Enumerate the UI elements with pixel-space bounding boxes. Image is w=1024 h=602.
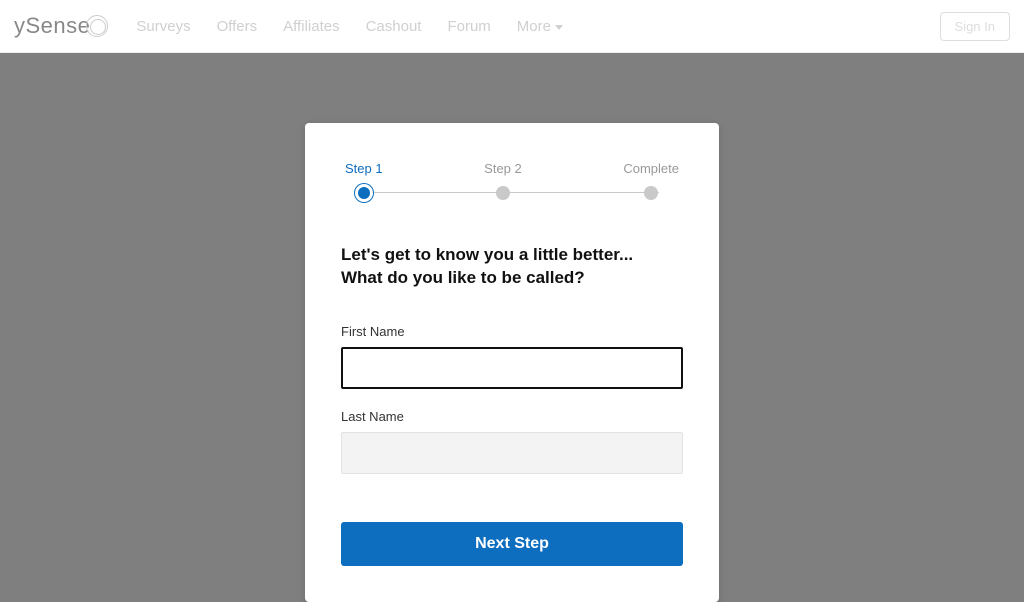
nav-cashout[interactable]: Cashout xyxy=(366,18,422,35)
nav-forum-label: Forum xyxy=(447,18,490,35)
first-name-field: First Name xyxy=(341,324,683,389)
step-1-label: Step 1 xyxy=(345,161,383,176)
step-2: Step 2 xyxy=(484,161,522,202)
heading-line-2: What do you like to be called? xyxy=(341,268,585,287)
step-indicator: Step 1 Step 2 Complete xyxy=(341,161,683,202)
step-1: Step 1 xyxy=(345,161,383,202)
main-nav: Surveys Offers Affiliates Cashout Forum … xyxy=(136,18,939,35)
nav-forum[interactable]: Forum xyxy=(447,18,490,35)
step-complete-dot-icon xyxy=(644,186,658,200)
nav-cashout-label: Cashout xyxy=(366,18,422,35)
onboarding-modal: Step 1 Step 2 Complete Let's get to know… xyxy=(305,123,719,602)
step-1-dot-icon xyxy=(355,184,373,202)
last-name-field: Last Name xyxy=(341,409,683,474)
step-2-label: Step 2 xyxy=(484,161,522,176)
sign-in-button[interactable]: Sign In xyxy=(940,12,1010,41)
first-name-input[interactable] xyxy=(341,347,683,389)
heading-line-1: Let's get to know you a little better... xyxy=(341,245,633,264)
last-name-input[interactable] xyxy=(341,432,683,474)
next-step-button[interactable]: Next Step xyxy=(341,522,683,566)
nav-more[interactable]: More xyxy=(517,18,563,35)
nav-offers[interactable]: Offers xyxy=(217,18,258,35)
nav-affiliates-label: Affiliates xyxy=(283,18,339,35)
nav-surveys-label: Surveys xyxy=(136,18,190,35)
chevron-down-icon xyxy=(555,25,563,30)
nav-more-label: More xyxy=(517,18,551,35)
last-name-label: Last Name xyxy=(341,409,683,424)
modal-overlay: Step 1 Step 2 Complete Let's get to know… xyxy=(0,53,1024,602)
step-complete-label: Complete xyxy=(623,161,679,176)
nav-surveys[interactable]: Surveys xyxy=(136,18,190,35)
nav-affiliates[interactable]: Affiliates xyxy=(283,18,339,35)
brand-logo[interactable]: ySense xyxy=(14,13,108,39)
nav-offers-label: Offers xyxy=(217,18,258,35)
first-name-label: First Name xyxy=(341,324,683,339)
brand-logo-icon xyxy=(86,15,108,37)
brand-text: ySense xyxy=(14,13,90,39)
step-complete: Complete xyxy=(623,161,679,202)
modal-heading: Let's get to know you a little better...… xyxy=(341,244,683,290)
top-navigation: ySense Surveys Offers Affiliates Cashout… xyxy=(0,0,1024,53)
step-2-dot-icon xyxy=(496,186,510,200)
